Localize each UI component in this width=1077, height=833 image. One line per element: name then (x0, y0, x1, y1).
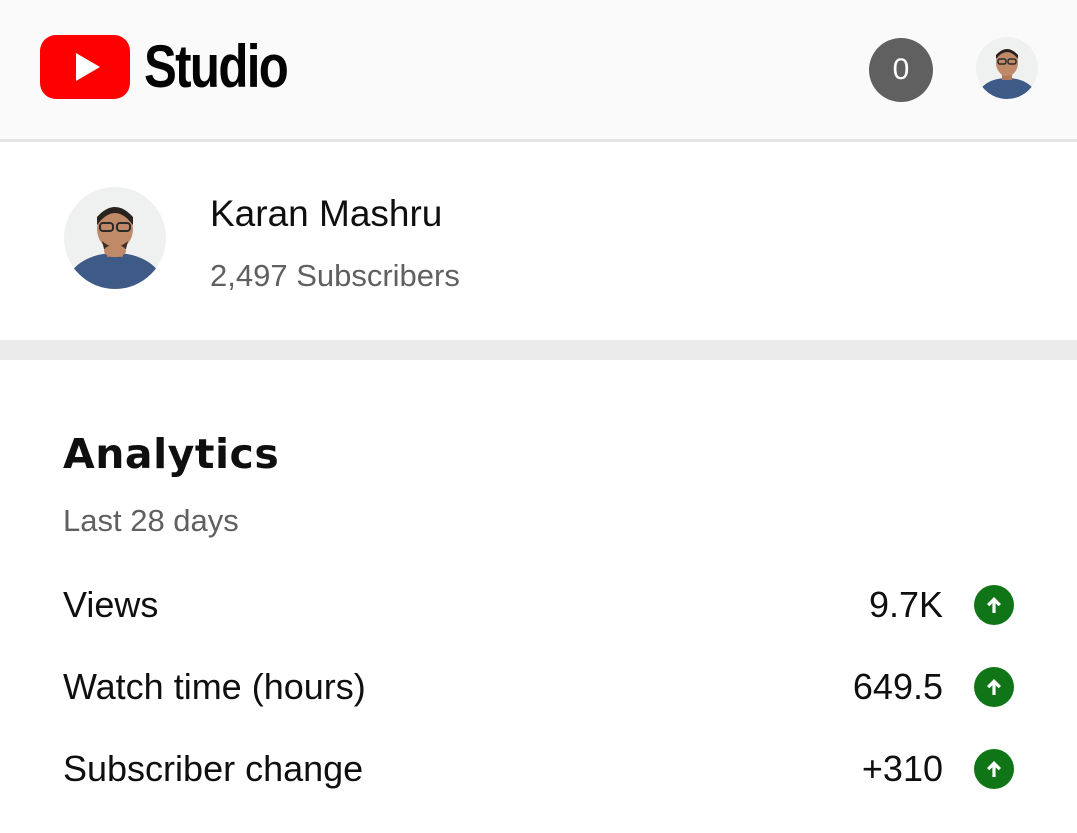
youtube-play-icon (40, 35, 130, 99)
app-header: Studio 0 (0, 0, 1077, 142)
subscriber-count: 2,497 Subscribers (210, 258, 460, 293)
app-name: Studio (144, 33, 289, 100)
notification-count: 0 (892, 53, 910, 86)
metric-value: 9.7K (868, 584, 943, 625)
metric-label: Watch time (hours) (63, 666, 366, 707)
arrow-up-icon (974, 749, 1014, 789)
arrow-up-icon (974, 667, 1014, 707)
channel-card: Karan Mashru 2,497 Subscribers (0, 145, 1077, 340)
metric-label: Views (63, 584, 159, 625)
notification-count-button[interactable]: 0 (869, 38, 933, 102)
analytics-period: Last 28 days (63, 503, 239, 538)
metric-label: Subscriber change (63, 748, 364, 789)
youtube-studio-logo[interactable]: Studio (40, 34, 319, 100)
account-avatar-button[interactable] (976, 37, 1038, 99)
avatar-image (976, 37, 1038, 99)
metric-value: 649.5 (852, 666, 943, 707)
channel-avatar-image (64, 187, 166, 289)
metric-row-watch-time: Watch time (hours) 649.5 (63, 662, 1018, 712)
analytics-title: Analytics (63, 430, 280, 478)
arrow-up-icon (974, 585, 1014, 625)
metric-value: +310 (861, 748, 943, 789)
metric-row-subscriber-change: Subscriber change +310 (63, 744, 1018, 794)
metric-row-views: Views 9.7K (63, 580, 1018, 630)
analytics-card[interactable]: Analytics Last 28 days Views 9.7K Watch … (0, 360, 1077, 833)
channel-avatar[interactable] (64, 187, 166, 289)
section-divider (0, 340, 1077, 360)
channel-name: Karan Mashru (210, 193, 443, 234)
